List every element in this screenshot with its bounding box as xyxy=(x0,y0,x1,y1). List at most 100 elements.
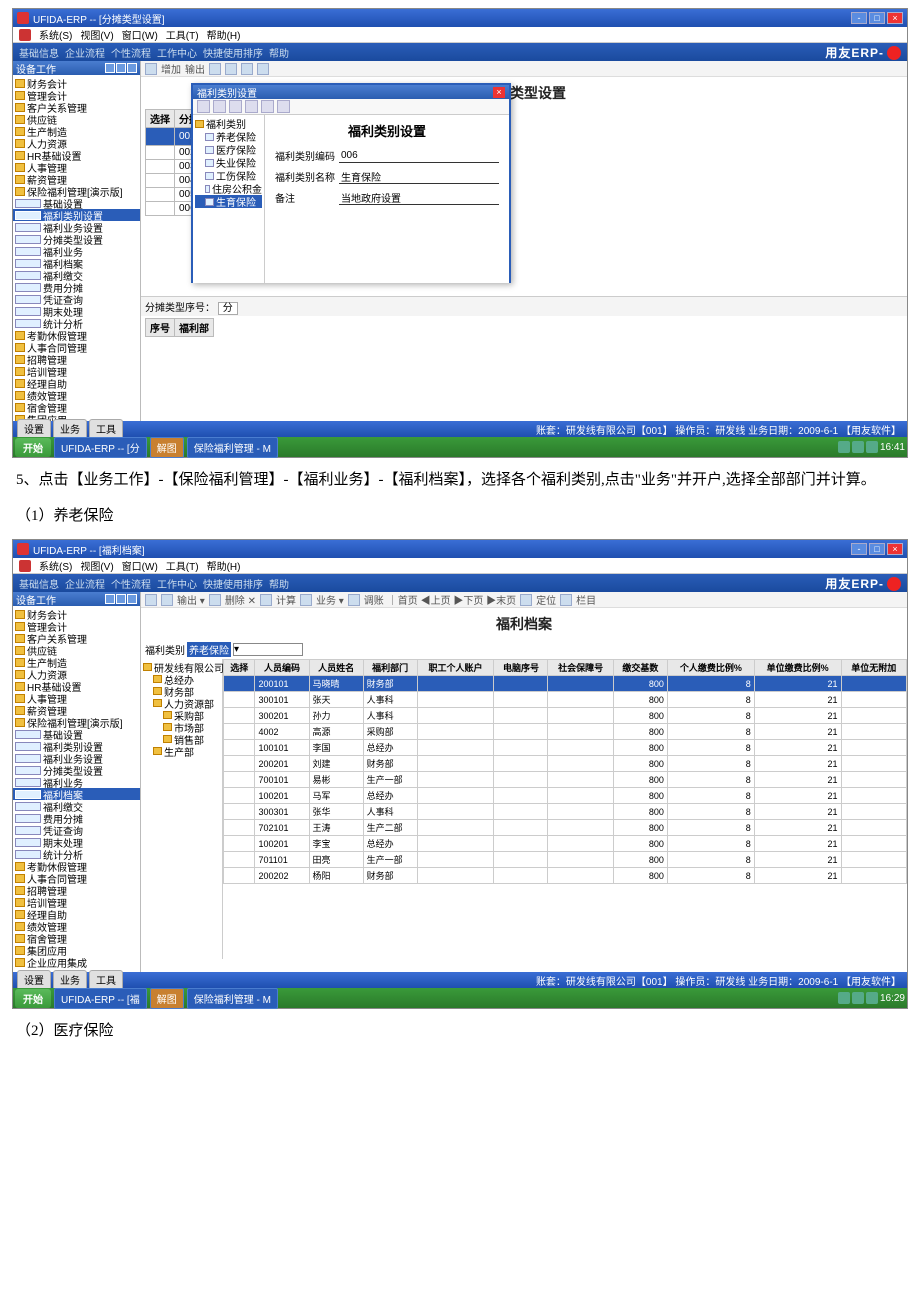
toolbar-icon[interactable] xyxy=(161,594,173,606)
tool-enterprise[interactable]: 企业流程 xyxy=(65,45,105,60)
toolbar-icon[interactable] xyxy=(260,594,272,606)
table-row[interactable]: 300101张天人事科800821 xyxy=(224,692,907,708)
toolbar-icon[interactable] xyxy=(225,63,237,75)
minimize-button[interactable]: - xyxy=(851,12,867,24)
tool-personal[interactable]: 个性流程 xyxy=(111,45,151,60)
tab-setup[interactable]: 设置 xyxy=(17,419,51,437)
tool-workcenter[interactable]: 工作中心 xyxy=(157,45,197,60)
tray-icon[interactable] xyxy=(838,992,850,1004)
menu-tools[interactable]: 工具(T) xyxy=(166,27,199,42)
minimize-button[interactable]: - xyxy=(851,543,867,555)
taskbar-item[interactable]: 解图 xyxy=(150,988,184,1009)
toolbar-icon[interactable] xyxy=(560,594,572,606)
toolbar-icon[interactable] xyxy=(300,594,312,606)
tool-base[interactable]: 基础信息 xyxy=(19,576,59,591)
dialog-tool-icon[interactable] xyxy=(229,100,242,113)
menu-system[interactable]: 系统(S) xyxy=(39,27,72,42)
tree-hdr-btn[interactable] xyxy=(127,63,137,73)
close-button[interactable]: × xyxy=(887,12,903,24)
footer-value: 分 xyxy=(218,302,238,315)
dialog-tool-icon[interactable] xyxy=(261,100,274,113)
toolbar-icon[interactable] xyxy=(520,594,532,606)
close-button[interactable]: × xyxy=(887,543,903,555)
tray-icon[interactable] xyxy=(866,441,878,453)
tab-setup[interactable]: 设置 xyxy=(17,970,51,988)
menu-window[interactable]: 窗口(W) xyxy=(122,27,158,42)
tree-hdr-btn[interactable] xyxy=(116,594,126,604)
dialog-tree-item[interactable]: 生育保险 xyxy=(195,195,262,208)
dialog-close-button[interactable]: × xyxy=(493,87,505,98)
maximize-button[interactable]: □ xyxy=(869,12,885,24)
toolbar-export[interactable]: 输出 xyxy=(185,61,205,76)
table-row[interactable]: 300201孙力人事科800821 xyxy=(224,708,907,724)
start-button[interactable]: 开始 xyxy=(15,989,51,1008)
menu-view[interactable]: 视图(V) xyxy=(80,558,113,573)
tool-help[interactable]: 帮助 xyxy=(269,576,289,591)
table-row[interactable]: 200201刘建财务部800821 xyxy=(224,756,907,772)
dialog-tool-icon[interactable] xyxy=(277,100,290,113)
tray-icon[interactable] xyxy=(852,441,864,453)
tab-business[interactable]: 业务 xyxy=(53,419,87,437)
field-remark-input[interactable] xyxy=(339,191,499,205)
tab-business[interactable]: 业务 xyxy=(53,970,87,988)
tree-item[interactable]: 企业应用集成 xyxy=(13,956,140,968)
taskbar-item[interactable]: 解图 xyxy=(150,437,184,458)
filter-select[interactable]: 养老保险 xyxy=(187,642,231,657)
tool-shortcut[interactable]: 快捷使用排序 xyxy=(203,45,263,60)
toolbar-icon[interactable] xyxy=(145,63,157,75)
tool-base[interactable]: 基础信息 xyxy=(19,45,59,60)
table-row[interactable]: 4002高源采购部800821 xyxy=(224,724,907,740)
table-row[interactable]: 100101李国总经办800821 xyxy=(224,740,907,756)
tool-help[interactable]: 帮助 xyxy=(269,45,289,60)
toolbar-icon[interactable] xyxy=(209,594,221,606)
tab-tools[interactable]: 工具 xyxy=(89,419,123,437)
taskbar-item[interactable]: UFIDA-ERP -- [福 xyxy=(54,988,147,1009)
taskbar-item[interactable]: 保险福利管理 - M xyxy=(187,437,278,458)
field-code-input[interactable] xyxy=(339,149,499,163)
tool-shortcut[interactable]: 快捷使用排序 xyxy=(203,576,263,591)
table-row[interactable]: 300301张华人事科800821 xyxy=(224,804,907,820)
menu-view[interactable]: 视图(V) xyxy=(80,27,113,42)
tool-enterprise[interactable]: 企业流程 xyxy=(65,576,105,591)
menu-system[interactable]: 系统(S) xyxy=(39,558,72,573)
menu-tools[interactable]: 工具(T) xyxy=(166,558,199,573)
dialog-tool-icon[interactable] xyxy=(213,100,226,113)
dialog-tool-icon[interactable] xyxy=(245,100,258,113)
table-row[interactable]: 200202杨阳财务部800821 xyxy=(224,868,907,884)
maximize-button[interactable]: □ xyxy=(869,543,885,555)
tree-hdr-btn[interactable] xyxy=(116,63,126,73)
toolbar-icon[interactable] xyxy=(348,594,360,606)
toolbar-icon[interactable] xyxy=(257,63,269,75)
table-row[interactable]: 100201李宝总经办800821 xyxy=(224,836,907,852)
table-row[interactable]: 100201马军总经办800821 xyxy=(224,788,907,804)
tool-workcenter[interactable]: 工作中心 xyxy=(157,576,197,591)
page-icon xyxy=(15,295,41,304)
table-row[interactable]: 700101易彬生产一部800821 xyxy=(224,772,907,788)
erp-logo-icon xyxy=(887,577,901,591)
tree-hdr-btn[interactable] xyxy=(105,63,115,73)
table-row[interactable]: 702101王涛生产二部800821 xyxy=(224,820,907,836)
dept-item[interactable]: 生产部 xyxy=(143,745,220,757)
tray-icon[interactable] xyxy=(852,992,864,1004)
field-name-input[interactable] xyxy=(339,170,499,184)
tree-hdr-btn[interactable] xyxy=(127,594,137,604)
menu-help[interactable]: 帮助(H) xyxy=(207,558,241,573)
table-row[interactable]: 200101马晓晴財务部800821 xyxy=(224,676,907,692)
toolbar-add[interactable]: 增加 xyxy=(161,61,181,76)
tab-tools[interactable]: 工具 xyxy=(89,970,123,988)
toolbar-icon[interactable] xyxy=(241,63,253,75)
toolbar-icon[interactable] xyxy=(209,63,221,75)
start-button[interactable]: 开始 xyxy=(15,438,51,457)
tool-personal[interactable]: 个性流程 xyxy=(111,576,151,591)
table-row[interactable]: 701101田亮生产一部800821 xyxy=(224,852,907,868)
taskbar-item[interactable]: UFIDA-ERP -- [分 xyxy=(54,437,147,458)
tray-icon[interactable] xyxy=(866,992,878,1004)
filter-dropdown[interactable]: ▾ xyxy=(233,643,303,656)
menu-help[interactable]: 帮助(H) xyxy=(207,27,241,42)
taskbar-item[interactable]: 保险福利管理 - M xyxy=(187,988,278,1009)
toolbar-icon[interactable] xyxy=(145,594,157,606)
menu-window[interactable]: 窗口(W) xyxy=(122,558,158,573)
dialog-tool-icon[interactable] xyxy=(197,100,210,113)
tray-icon[interactable] xyxy=(838,441,850,453)
tree-hdr-btn[interactable] xyxy=(105,594,115,604)
